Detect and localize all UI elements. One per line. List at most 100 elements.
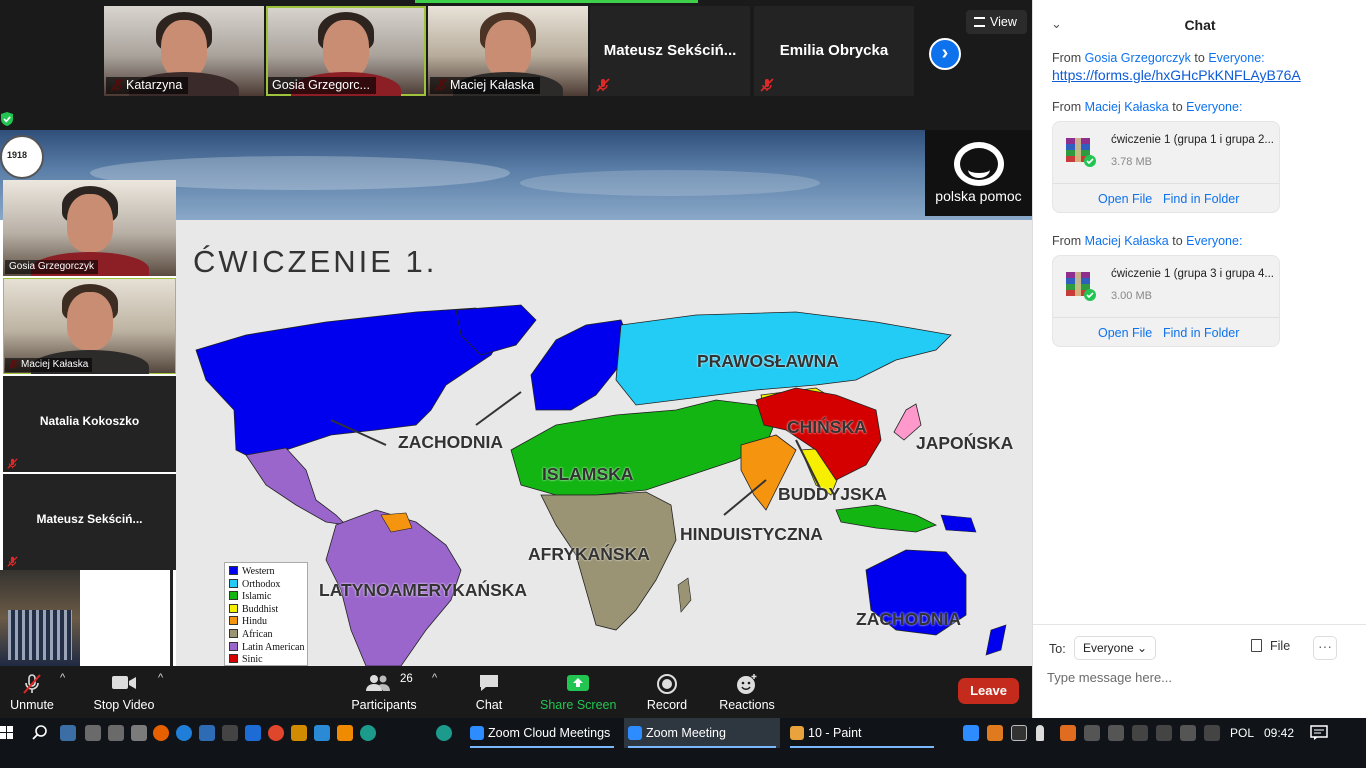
muted-mic-icon — [7, 556, 18, 567]
clock[interactable]: 09:42 — [1264, 718, 1294, 748]
smiley-reaction-icon — [737, 674, 757, 694]
microphone-icon[interactable] — [1036, 725, 1044, 741]
video-options-caret-icon[interactable]: ^ — [158, 672, 163, 684]
muted-mic-icon — [596, 78, 610, 92]
participant-strip: Katarzyna Gosia Grzegorc... Maciej Kałas… — [0, 4, 1032, 98]
participants-button[interactable]: 26 Participants — [348, 670, 420, 716]
file-attachment-card: ćwiczenie 1 (grupa 1 i grupa 2... 3.78 M… — [1052, 121, 1280, 213]
region-islamic-indonesia — [835, 504, 938, 533]
rar-archive-icon — [1066, 138, 1096, 167]
network-icon[interactable] — [1156, 725, 1172, 741]
gallery-tile[interactable]: Natalia Kokoszko — [3, 376, 176, 472]
open-file-link[interactable]: Open File — [1098, 326, 1152, 340]
participant-tile[interactable]: Emilia Obrycka — [754, 6, 914, 96]
encryption-shield-icon[interactable] — [0, 111, 14, 127]
region-western-europe — [530, 319, 632, 411]
file-size: 3.78 MB — [1111, 156, 1152, 168]
more-options-button[interactable]: ··· — [1313, 636, 1337, 660]
input-language[interactable]: POL — [1230, 718, 1254, 748]
vlc-icon[interactable] — [337, 725, 353, 741]
muted-mic-icon — [760, 78, 774, 92]
map-label-islamic: ISLAMSKA — [542, 464, 634, 484]
find-in-folder-link[interactable]: Find in Folder — [1163, 326, 1239, 340]
firefox-icon[interactable] — [153, 725, 169, 741]
app-icon[interactable] — [199, 725, 215, 741]
slide-title: ĆWICZENIE 1. — [193, 244, 438, 279]
file-attachment-card: ćwiczenie 1 (grupa 3 i grupa 4... 3.00 M… — [1052, 255, 1280, 347]
sender-name[interactable]: Gosia Grzegorczyk — [1085, 51, 1191, 65]
edge-legacy-icon[interactable] — [176, 725, 192, 741]
app-icon[interactable] — [85, 725, 101, 741]
gallery-name: Natalia Kokoszko — [39, 414, 140, 428]
taskbar-zoom-cloud-meetings[interactable]: Zoom Cloud Meetings — [466, 718, 618, 748]
tray-app-icon[interactable] — [987, 725, 1003, 741]
participant-tile[interactable]: Maciej Kałaska — [428, 6, 588, 96]
zoom-icon — [470, 726, 484, 740]
app-icon[interactable] — [314, 725, 330, 741]
tray-app-icon[interactable] — [1204, 725, 1220, 741]
sender-name[interactable]: Maciej Kałaska — [1085, 100, 1169, 114]
university-seal: 1918 — [0, 135, 44, 179]
tray-app-icon[interactable] — [1060, 725, 1076, 741]
app-icon[interactable] — [131, 725, 147, 741]
open-file-link[interactable]: Open File — [1098, 192, 1152, 206]
map-label-orthodox: PRAWOSŁAWNA — [697, 351, 839, 371]
find-in-folder-link[interactable]: Find in Folder — [1163, 192, 1239, 206]
recipient-select[interactable]: Everyone ⌄ — [1074, 636, 1157, 660]
background-city-image — [0, 570, 80, 666]
volume-icon[interactable] — [1011, 725, 1027, 741]
gallery-tile[interactable]: Mateusz Sekściń... — [3, 474, 176, 570]
sender-name[interactable]: Maciej Kałaska — [1085, 234, 1169, 248]
paint-icon — [790, 726, 804, 740]
edge-icon[interactable] — [436, 725, 452, 741]
gallery-tile-active[interactable]: Maciej Kałaska — [3, 278, 176, 374]
side-gallery: Gosia Grzegorczyk Maciej Kałaska Natalia… — [3, 180, 176, 570]
view-button[interactable]: View — [966, 10, 1027, 34]
app-icon[interactable] — [291, 725, 307, 741]
audio-options-caret-icon[interactable]: ^ — [60, 672, 65, 684]
app-icon[interactable] — [222, 725, 238, 741]
gallery-name: Maciej Kałaska — [5, 358, 93, 372]
app-icon[interactable] — [245, 725, 261, 741]
participant-name: Gosia Grzegorc... — [268, 77, 376, 94]
file-name: ćwiczenie 1 (grupa 3 i grupa 4... — [1111, 268, 1275, 280]
battery-icon[interactable] — [1180, 725, 1196, 741]
search-icon[interactable] — [32, 725, 48, 741]
logo-text: polska pomoc — [935, 188, 1022, 204]
taskbar-paint[interactable]: 10 - Paint — [786, 718, 938, 748]
gallery-tile[interactable]: Gosia Grzegorczyk — [3, 180, 176, 276]
participant-tile[interactable]: Katarzyna — [104, 6, 264, 96]
unmute-button[interactable]: Unmute — [4, 670, 60, 716]
taskbar-zoom-meeting[interactable]: Zoom Meeting — [624, 718, 780, 748]
tray-app-icon[interactable] — [1084, 725, 1100, 741]
wifi-icon[interactable] — [1132, 725, 1148, 741]
chat-title: Chat — [1184, 17, 1216, 33]
legend-item: Sinic — [229, 654, 303, 666]
share-screen-button[interactable]: Share Screen — [540, 670, 616, 716]
stop-video-button[interactable]: Stop Video — [90, 670, 158, 716]
participant-name: Katarzyna — [106, 77, 189, 94]
file-button[interactable]: File — [1251, 639, 1290, 653]
chrome-icon[interactable] — [268, 725, 284, 741]
legend-item: Western — [229, 566, 303, 579]
tray-app-icon[interactable] — [1108, 725, 1124, 741]
notifications-icon[interactable] — [1310, 725, 1328, 741]
record-button[interactable]: Record — [644, 670, 690, 716]
chat-button[interactable]: Chat — [466, 670, 512, 716]
message-link[interactable]: https://forms.gle/hxGHcPkKNFLAyB76A — [1052, 67, 1301, 83]
chat-panel: ⌄ Chat From Gosia Grzegorczyk to Everyon… — [1032, 0, 1366, 718]
zoom-tray-icon[interactable] — [963, 725, 979, 741]
reactions-button[interactable]: Reactions — [718, 670, 776, 716]
leave-button[interactable]: Leave — [958, 678, 1019, 704]
participants-caret-icon[interactable]: ^ — [432, 672, 437, 684]
app-icon[interactable] — [108, 725, 124, 741]
edge-icon[interactable] — [360, 725, 376, 741]
chat-composer: To: Everyone ⌄ File ··· — [1033, 624, 1366, 718]
windows-start-icon[interactable] — [0, 726, 14, 740]
app-icon[interactable] — [60, 725, 76, 741]
map-label-buddhist: BUDDYJSKA — [778, 484, 887, 504]
next-page-arrow-icon[interactable]: › — [929, 38, 961, 70]
chat-message-input[interactable] — [1047, 665, 1347, 689]
participant-tile-active[interactable]: Gosia Grzegorc... — [266, 6, 426, 96]
participant-tile[interactable]: Mateusz Sekściń... — [590, 6, 750, 96]
